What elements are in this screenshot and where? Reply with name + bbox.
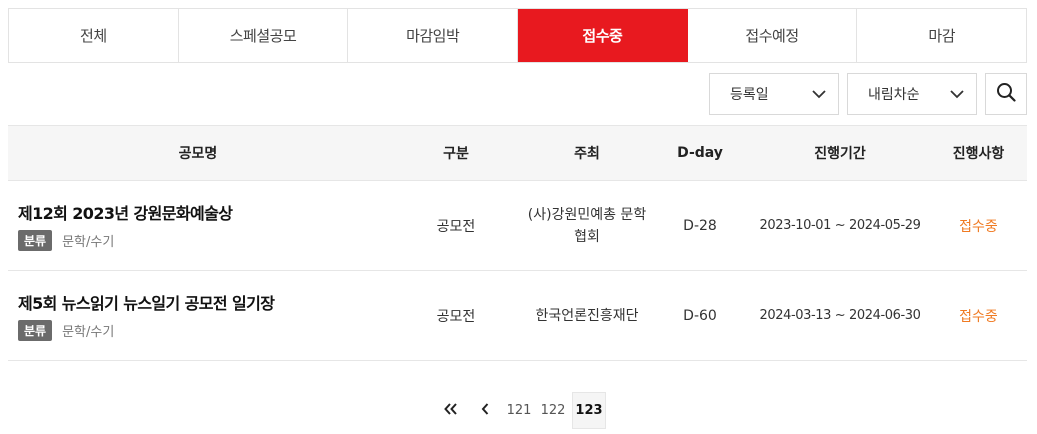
type-cell: 공모전 [436, 308, 476, 325]
sort-order-value: 내림차순 [868, 87, 920, 103]
contest-name-cell: 제12회 2023년 강원문화예술상 분류 문학/수기 [8, 200, 388, 251]
dday-cell: D-60 [683, 307, 717, 324]
header-period: 진행기간 [814, 146, 866, 162]
contest-name-cell: 제5회 뉴스읽기 뉴스일기 공모전 일기장 분류 문학/수기 [8, 290, 388, 341]
category-text: 문학/수기 [62, 235, 115, 250]
page-122[interactable]: 122 [538, 392, 568, 429]
tab-accepting[interactable]: 접수중 [518, 9, 688, 62]
sort-order-select[interactable]: 내림차순 [847, 73, 977, 115]
host-cell: (사)강원민예총 문학협회 [527, 206, 647, 245]
table-row: 제5회 뉴스읽기 뉴스일기 공모전 일기장 분류 문학/수기 공모전 한국언론진… [8, 271, 1027, 361]
status-cell: 접수중 [959, 218, 998, 235]
tab-all[interactable]: 전체 [9, 9, 179, 62]
contest-title-link[interactable]: 제12회 2023년 강원문화예술상 [18, 200, 388, 224]
tab-special[interactable]: 스페셜공모 [179, 9, 349, 62]
table-header: 공모명 구분 주최 D-day 진행기간 진행사항 [8, 125, 1027, 181]
tab-upcoming[interactable]: 접수예정 [688, 9, 858, 62]
contest-title-link[interactable]: 제5회 뉴스읽기 뉴스일기 공모전 일기장 [18, 290, 388, 314]
period-cell: 2023-10-01 ~ 2024-05-29 [759, 218, 921, 233]
contest-meta: 분류 문학/수기 [18, 320, 388, 341]
contest-table: 공모명 구분 주최 D-day 진행기간 진행사항 제12회 2023년 강원문… [8, 125, 1027, 361]
prev-page-button[interactable] [470, 392, 500, 429]
table-row: 제12회 2023년 강원문화예술상 분류 문학/수기 공모전 (사)강원민예총… [8, 181, 1027, 271]
chevron-left-icon [481, 402, 489, 419]
tab-closed[interactable]: 마감 [857, 9, 1026, 62]
type-cell: 공모전 [436, 218, 476, 235]
category-badge: 분류 [18, 230, 53, 251]
chevron-down-icon [950, 87, 964, 101]
category-badge: 분류 [18, 320, 53, 341]
pagination: 121 122 123 [436, 392, 606, 429]
search-icon [996, 82, 1016, 106]
status-cell: 접수중 [959, 308, 998, 325]
header-name: 공모명 [178, 146, 218, 162]
header-type: 구분 [443, 146, 469, 162]
sort-field-value: 등록일 [730, 87, 769, 103]
tab-closing-soon[interactable]: 마감임박 [348, 9, 519, 62]
category-tabs: 전체 스페셜공모 마감임박 접수중 접수예정 마감 [8, 8, 1027, 63]
page-121[interactable]: 121 [504, 392, 534, 429]
first-page-button[interactable] [436, 392, 466, 429]
header-host: 주최 [574, 146, 600, 162]
period-cell: 2024-03-13 ~ 2024-06-30 [759, 308, 921, 323]
host-cell: 한국언론진흥재단 [535, 307, 639, 324]
filter-bar: 등록일 내림차순 [709, 73, 1027, 115]
contest-meta: 분류 문학/수기 [18, 230, 388, 251]
chevron-down-icon [812, 87, 826, 101]
double-chevron-left-icon [444, 402, 458, 419]
page-123-current[interactable]: 123 [572, 392, 606, 429]
sort-field-select[interactable]: 등록일 [709, 73, 839, 115]
search-button[interactable] [985, 73, 1027, 115]
dday-cell: D-28 [683, 217, 717, 234]
header-dday: D-day [677, 145, 723, 161]
category-text: 문학/수기 [62, 325, 115, 340]
header-status: 진행사항 [952, 146, 1005, 162]
